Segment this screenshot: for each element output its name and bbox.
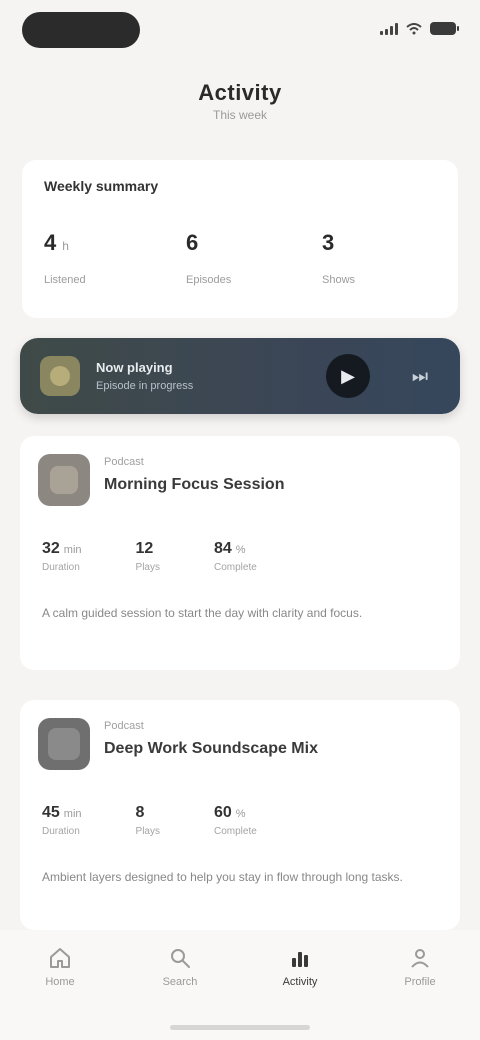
now-playing-bar[interactable]: Now playing Episode in progress ▶ ⏭ bbox=[20, 338, 460, 414]
summary-stat-episodes: 6 Episodes bbox=[186, 230, 306, 286]
summary-stat-shows: 3 Shows bbox=[322, 230, 442, 286]
card-meta: Podcast bbox=[104, 456, 144, 468]
card-stat-value: 45 bbox=[42, 804, 60, 821]
tab-search[interactable]: Search bbox=[140, 946, 220, 988]
play-button[interactable]: ▶ bbox=[326, 354, 370, 398]
card-stat-label: Complete bbox=[213, 562, 257, 573]
stat-label: Listened bbox=[44, 274, 86, 286]
tab-label: Profile bbox=[404, 976, 436, 988]
stat-value: 4 bbox=[44, 230, 57, 255]
card-stat-label: Duration bbox=[42, 562, 80, 573]
card-stat: 8 Plays bbox=[136, 804, 160, 837]
page-subtitle: This week bbox=[212, 108, 268, 122]
card-stats: 45 min Duration 8 Plays 60% Complete bbox=[42, 804, 438, 837]
card-stat-value: 8 bbox=[135, 804, 145, 821]
card-stats: 32 min Duration 12 Plays 84% Complete bbox=[42, 540, 438, 573]
card-artwork bbox=[38, 718, 90, 770]
card-title: Morning Focus Session bbox=[104, 476, 285, 493]
card-stat: 60% Complete bbox=[214, 804, 257, 837]
tab-label: Search bbox=[162, 976, 198, 988]
stat-unit: h bbox=[62, 239, 69, 253]
stat-value: 3 bbox=[322, 230, 335, 255]
person-icon bbox=[411, 949, 429, 968]
status-bar bbox=[0, 0, 480, 62]
card-stat-unit: min bbox=[63, 544, 82, 556]
card-stat-unit: % bbox=[235, 544, 246, 556]
tab-home[interactable]: Home bbox=[20, 946, 100, 988]
stat-label: Episodes bbox=[186, 274, 232, 286]
chart-icon bbox=[292, 952, 308, 967]
battery-icon bbox=[430, 22, 459, 35]
search-icon bbox=[171, 949, 190, 968]
card-artwork bbox=[38, 454, 90, 506]
card-stat-value: 12 bbox=[135, 540, 154, 557]
skip-forward-button[interactable]: ⏭ bbox=[406, 362, 434, 390]
summary-heading: Weekly summary bbox=[44, 178, 159, 194]
now-playing-title: Now playing bbox=[96, 360, 173, 375]
card-stat-unit: % bbox=[235, 808, 246, 820]
stat-value: 6 bbox=[186, 230, 199, 255]
summary-card: Weekly summary 4h Listened 6 Episodes 3 … bbox=[22, 160, 458, 318]
signal-icon bbox=[380, 22, 398, 35]
now-playing-artwork bbox=[40, 356, 80, 396]
card-stat-label: Complete bbox=[213, 826, 257, 837]
feed-card[interactable]: Podcast Deep Work Soundscape Mix 45 min D… bbox=[20, 700, 460, 930]
tab-label: Activity bbox=[282, 976, 318, 988]
card-meta: Podcast bbox=[104, 720, 144, 732]
card-stat-label: Plays bbox=[135, 562, 160, 573]
summary-stat-listened: 4h Listened bbox=[44, 230, 164, 286]
card-stat-value: 32 bbox=[42, 540, 60, 557]
card-stat-label: Duration bbox=[42, 826, 80, 837]
wifi-icon bbox=[406, 22, 422, 34]
feed-card[interactable]: Podcast Morning Focus Session 32 min Dura… bbox=[20, 436, 460, 670]
tab-label: Home bbox=[45, 976, 75, 988]
card-description: A calm guided session to start the day w… bbox=[42, 606, 363, 620]
home-indicator bbox=[170, 1025, 310, 1030]
card-stat-value: 84 bbox=[213, 540, 232, 557]
tab-profile[interactable]: Profile bbox=[380, 946, 460, 988]
card-stat: 45 min Duration bbox=[42, 804, 82, 837]
card-stat: 84% Complete bbox=[214, 540, 257, 573]
app-screen: Activity This week Weekly summary 4h Lis… bbox=[0, 0, 480, 1040]
card-stat-label: Plays bbox=[135, 826, 160, 837]
dynamic-island bbox=[22, 12, 140, 48]
stat-label: Shows bbox=[322, 274, 356, 286]
page-title: Activity bbox=[198, 80, 282, 105]
now-playing-subtitle: Episode in progress bbox=[96, 380, 194, 392]
card-stat-value: 60 bbox=[213, 804, 232, 821]
card-description: Ambient layers designed to help you stay… bbox=[42, 870, 403, 884]
card-stat: 12 Plays bbox=[136, 540, 160, 573]
home-icon bbox=[50, 948, 70, 968]
skip-forward-icon: ⏭ bbox=[411, 365, 429, 386]
tab-activity[interactable]: Activity bbox=[260, 946, 340, 988]
card-title: Deep Work Soundscape Mix bbox=[104, 740, 318, 757]
tab-bar: Home Search Activity Profile bbox=[0, 930, 480, 1040]
play-icon: ▶ bbox=[341, 365, 355, 386]
status-icons bbox=[380, 22, 459, 35]
card-stat-unit: min bbox=[63, 808, 82, 820]
card-stat: 32 min Duration bbox=[42, 540, 82, 573]
